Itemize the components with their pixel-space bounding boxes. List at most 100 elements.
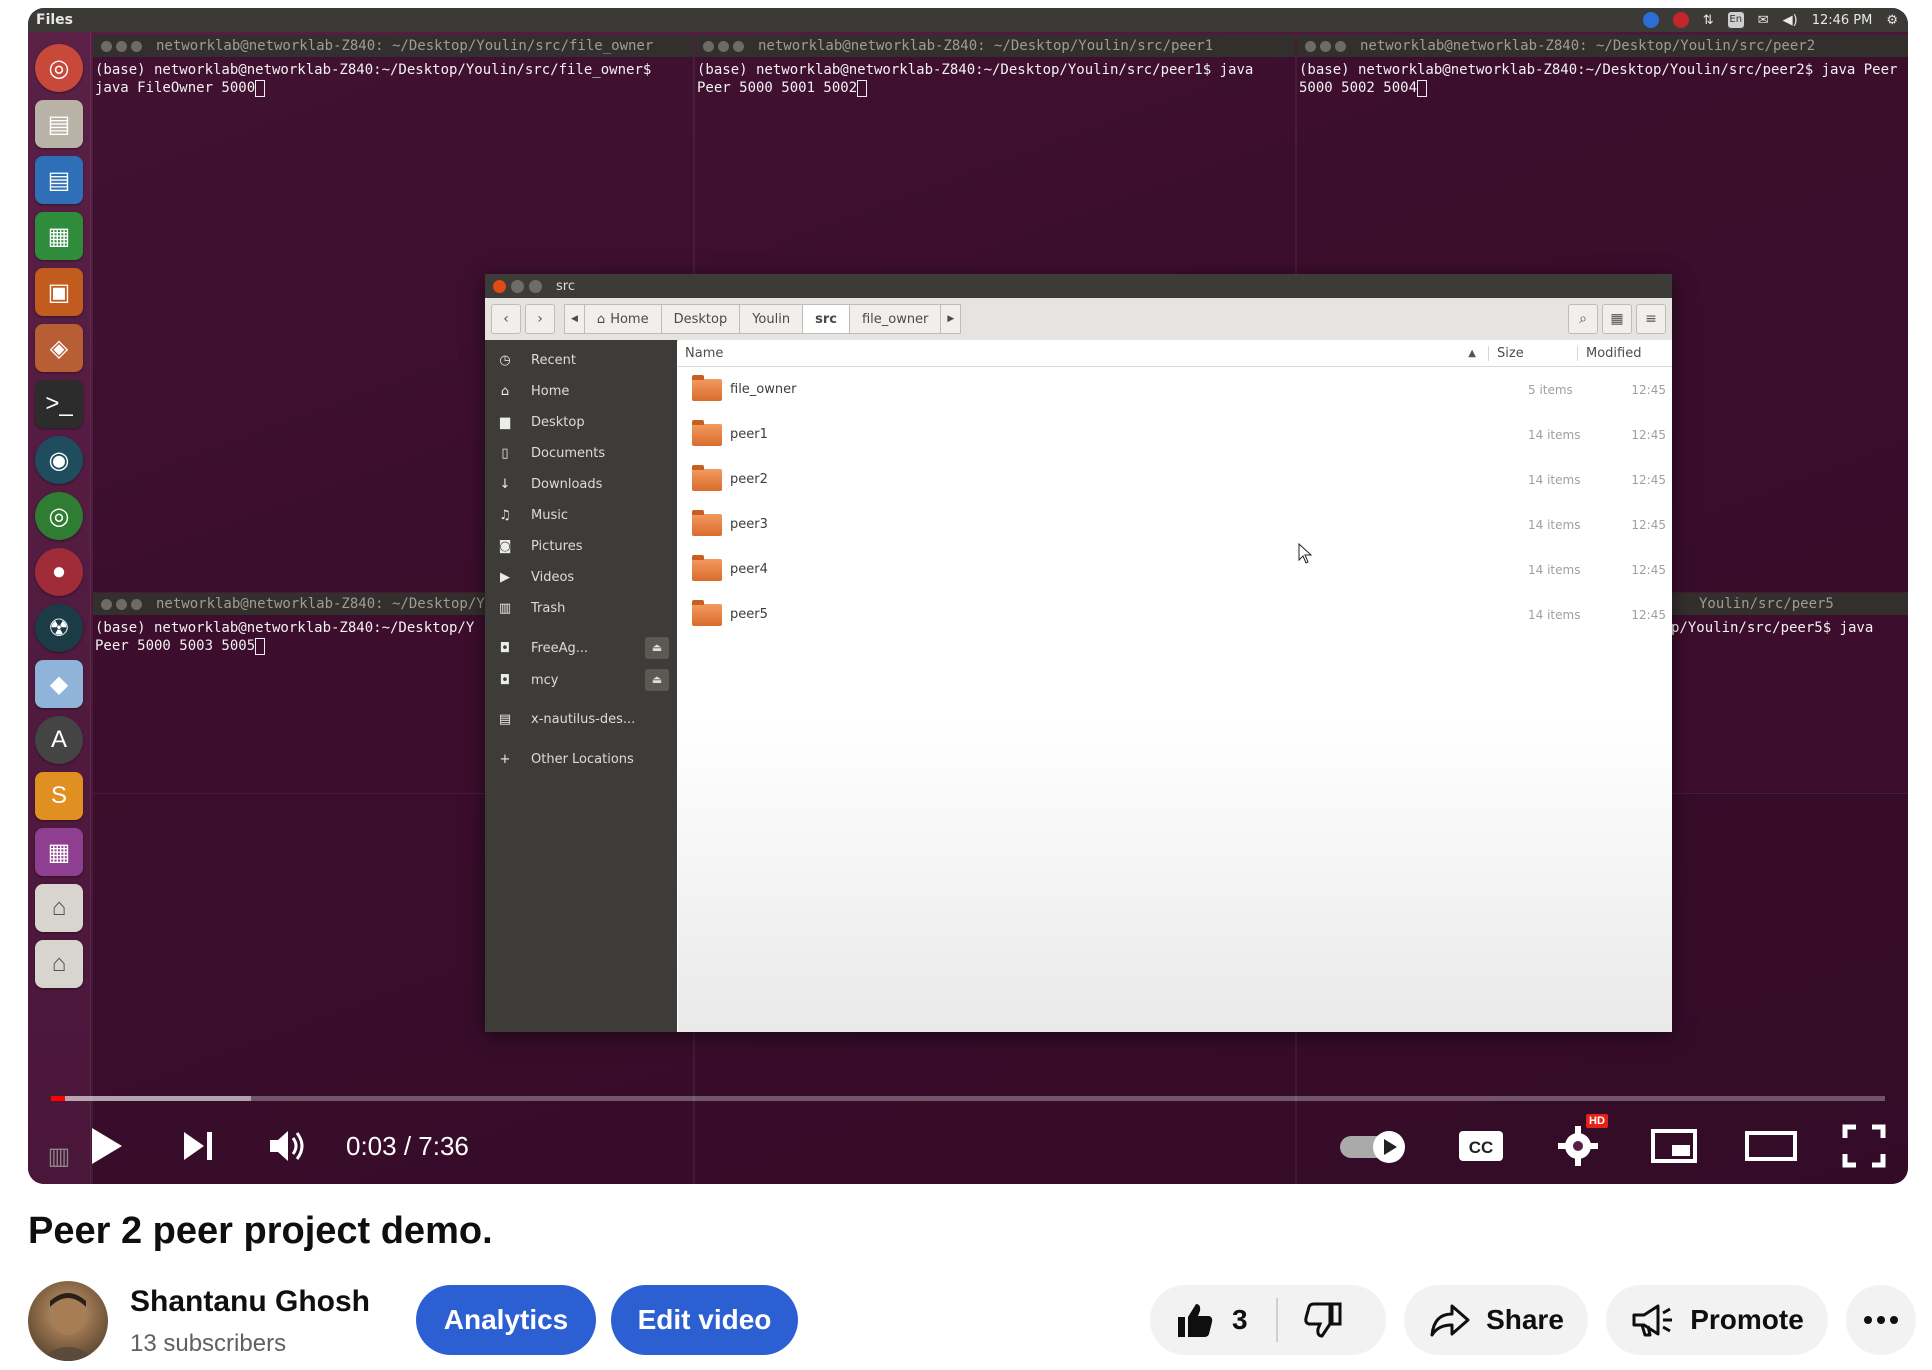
box-icon: ◆ xyxy=(35,660,83,708)
terminal-peer3[interactable]: networklab@networklab-Z840: ~/Desktop/Yo… xyxy=(92,592,514,794)
share-label: Share xyxy=(1486,1304,1564,1335)
calc-icon: ▦ xyxy=(35,212,83,260)
chrome-icon: ◎ xyxy=(35,492,83,540)
places-sidebar: ◷ Recent ⌂ Home ▆ Desktop ▯ Documents ↓ Downl… xyxy=(485,340,677,1032)
volume-button[interactable] xyxy=(258,1120,318,1172)
sidebar-item-pictures[interactable]: ◙ Pictures xyxy=(485,533,677,559)
share-button[interactable]: Share xyxy=(1404,1285,1588,1355)
breadcrumb-desktop[interactable]: Desktop xyxy=(660,304,741,334)
promote-label: Promote xyxy=(1690,1304,1804,1335)
active-app-name: Files xyxy=(36,12,73,28)
terminal-output: (base) networklab@networklab-Z840:~/Desk… xyxy=(95,620,483,654)
sidebar-item-freeag[interactable]: ◘ FreeAg... ⏏ xyxy=(485,635,677,661)
channel-name[interactable]: Shantanu Ghosh xyxy=(130,1285,370,1319)
close-icon[interactable] xyxy=(493,279,506,293)
theater-mode-button[interactable] xyxy=(1740,1120,1802,1172)
back-button[interactable]: ‹ xyxy=(491,304,521,334)
more-actions-button[interactable] xyxy=(1846,1285,1916,1355)
sidebar-item-recent[interactable]: ◷ Recent xyxy=(485,347,677,373)
folder-icon xyxy=(692,599,722,626)
breadcrumb-left-arrow[interactable]: ◀ xyxy=(564,304,585,334)
clock: 12:46 PM xyxy=(1811,12,1873,28)
list-item[interactable]: peer4 14 items 12:45 xyxy=(678,547,1672,592)
thumbs-up-icon xyxy=(1178,1304,1213,1337)
column-size-header[interactable]: Size xyxy=(1488,345,1577,361)
sidebar-item-music[interactable]: ♫ Music xyxy=(485,502,677,528)
hd-badge: HD xyxy=(1586,1114,1608,1128)
sidebar-item-x-nautilus[interactable]: ▤ x-nautilus-des... xyxy=(485,706,677,732)
next-button[interactable] xyxy=(168,1120,228,1172)
list-item[interactable]: file_owner 5 items 12:45 xyxy=(678,367,1672,412)
sidebar-item-videos[interactable]: ▶ Videos xyxy=(485,564,677,590)
forward-button[interactable]: › xyxy=(525,304,555,334)
terminal-peer5[interactable]: Youlin/src/peer5 p/Youlin/src/peer5$ jav… xyxy=(1668,592,1908,794)
edit-video-button[interactable]: Edit video xyxy=(611,1285,798,1355)
fullscreen-icon xyxy=(1842,1124,1886,1168)
breadcrumb-youlin[interactable]: Youlin xyxy=(739,304,804,334)
captions-button[interactable]: CC xyxy=(1453,1120,1509,1172)
sidebar-item-other-locations[interactable]: + Other Locations xyxy=(485,746,677,772)
analytics-button[interactable]: Analytics xyxy=(416,1285,596,1355)
breadcrumb: ◀ ⌂ Home Desktop Youlin src file_owner ▶ xyxy=(564,304,962,334)
share-icon xyxy=(1430,1304,1470,1337)
menu-button[interactable]: ≡ xyxy=(1636,304,1666,334)
column-modified-header[interactable]: Modified xyxy=(1577,345,1672,361)
breadcrumb-src[interactable]: src xyxy=(802,304,850,334)
promote-button[interactable]: Promote xyxy=(1606,1285,1828,1355)
eject-icon[interactable]: ⏏ xyxy=(645,669,669,691)
terminal-icon: >_ xyxy=(35,380,83,428)
folder-icon xyxy=(692,554,722,581)
breadcrumb-home[interactable]: ⌂ Home xyxy=(583,304,662,334)
list-item[interactable]: peer1 14 items 12:45 xyxy=(678,412,1672,457)
breadcrumb-file-owner[interactable]: file_owner xyxy=(848,304,942,334)
progress-played xyxy=(51,1096,65,1101)
impress-icon: ▣ xyxy=(35,268,83,316)
document-icon: ▯ xyxy=(501,445,509,461)
settings-icon xyxy=(1558,1126,1598,1166)
column-name-header[interactable]: Name xyxy=(678,346,1468,361)
list-item[interactable]: peer3 14 items 12:45 xyxy=(678,502,1672,547)
view-grid-button[interactable]: ▦ xyxy=(1602,304,1632,334)
writer-icon: ▤ xyxy=(35,156,83,204)
sidebar-item-desktop[interactable]: ▆ Desktop xyxy=(485,409,677,435)
spyder-icon: ◉ xyxy=(35,436,83,484)
volume-icon: ◀) xyxy=(1782,12,1798,28)
usb-drive-icon: ⌂ xyxy=(35,884,83,932)
svg-text:CC: CC xyxy=(1469,1138,1494,1157)
like-button[interactable]: 3 xyxy=(1150,1300,1248,1340)
list-item[interactable]: peer5 14 items 12:45 xyxy=(678,592,1672,637)
grid-icon: ▦ xyxy=(1610,311,1624,327)
video-player[interactable]: Files ⇅ En ✉ ◀) 12:46 PM ⚙ ◎ ▤ ▤ ▦ ▣ ◈ >… xyxy=(28,8,1908,1184)
folder-icon: ▆ xyxy=(500,414,510,430)
autoplay-toggle[interactable] xyxy=(1340,1129,1410,1163)
folder-icon xyxy=(692,464,722,491)
maximize-icon[interactable] xyxy=(529,279,542,293)
progress-bar[interactable] xyxy=(51,1096,1885,1101)
list-header: Name ▲ Size Modified xyxy=(678,340,1672,367)
plus-icon: + xyxy=(499,751,511,767)
theater-icon xyxy=(1745,1131,1797,1161)
sidebar-item-documents[interactable]: ▯ Documents xyxy=(485,440,677,466)
sidebar-item-trash[interactable]: ▥ Trash xyxy=(485,595,677,621)
list-item[interactable]: peer2 14 items 12:45 xyxy=(678,457,1672,502)
search-button[interactable]: ⌕ xyxy=(1568,304,1598,334)
megaphone-icon xyxy=(1632,1304,1673,1337)
sidebar-item-downloads[interactable]: ↓ Downloads xyxy=(485,471,677,497)
music-icon: ♫ xyxy=(499,507,511,523)
breadcrumb-right-arrow[interactable]: ▶ xyxy=(940,304,962,334)
network-icon: ⇅ xyxy=(1702,12,1714,28)
play-icon xyxy=(92,1128,122,1164)
play-button[interactable] xyxy=(76,1120,136,1172)
fullscreen-button[interactable] xyxy=(1836,1120,1892,1172)
like-count: 3 xyxy=(1232,1304,1248,1335)
channel-avatar[interactable] xyxy=(28,1281,108,1361)
folder-icon xyxy=(692,374,722,401)
sidebar-item-home[interactable]: ⌂ Home xyxy=(485,378,677,404)
dislike-button[interactable] xyxy=(1303,1300,1344,1340)
terminal-title: networklab@networklab-Z840: ~/Desktop/Yo xyxy=(156,596,494,612)
file-manager-window[interactable]: src ‹ › ◀ ⌂ Home Desktop Youlin src file_… xyxy=(485,274,1672,1032)
eject-icon[interactable]: ⏏ xyxy=(645,637,669,659)
miniplayer-button[interactable] xyxy=(1646,1120,1702,1172)
minimize-icon[interactable] xyxy=(511,279,524,293)
sidebar-item-mcy[interactable]: ◘ mcy ⏏ xyxy=(485,667,677,693)
